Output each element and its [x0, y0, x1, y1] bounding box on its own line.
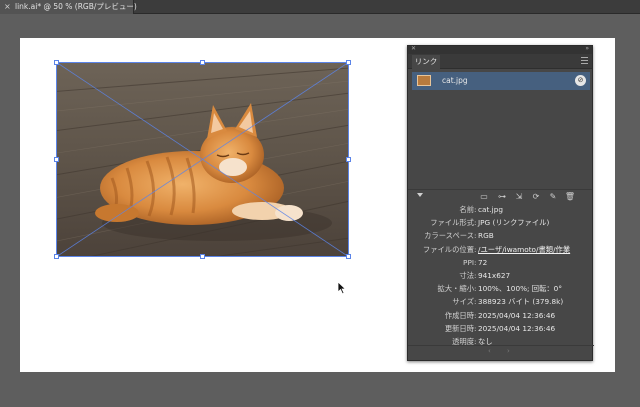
toggle-info-icon[interactable] [417, 193, 423, 197]
handle-bottom-middle[interactable] [200, 254, 205, 259]
info-label: ファイル形式 [430, 218, 474, 228]
info-row-name: 名前: cat.jpg [408, 203, 592, 216]
go-to-link-icon[interactable]: ⇲ [513, 191, 525, 202]
info-colon: : [474, 270, 477, 280]
collapse-icon[interactable]: ✕ [411, 45, 416, 52]
tab-links[interactable]: リンク [412, 55, 440, 69]
file-location-link[interactable]: /ユーザ/iwamoto/書類/作業 [478, 243, 570, 256]
cat-photo [57, 63, 348, 256]
handle-middle-left[interactable] [54, 157, 59, 162]
info-label: ファイルの位置 [422, 244, 474, 254]
info-row-location: ファイルの位置: /ユーザ/iwamoto/書類/作業 [408, 243, 592, 256]
info-row-dimensions: 寸法: 941x627 [408, 269, 592, 282]
minimize-icon[interactable]: » [585, 45, 589, 52]
info-label: PPI [463, 257, 474, 267]
info-row-size: サイズ: 388923 バイト (379.8k) [408, 295, 592, 308]
relink-icon[interactable]: ⊶ [496, 191, 508, 202]
previous-icon[interactable]: ‹ [488, 346, 491, 357]
handle-middle-right[interactable] [346, 157, 351, 162]
info-colon: : [474, 218, 477, 228]
handle-top-right[interactable] [346, 60, 351, 65]
info-colon: : [474, 310, 477, 320]
list-item[interactable]: cat.jpg ⊘ [412, 72, 590, 90]
edit-original-icon[interactable]: ✎ [547, 191, 559, 202]
info-row-created: 作成日時: 2025/04/04 12:36:46 [408, 309, 592, 322]
info-colon: : [474, 257, 477, 267]
info-row-ppi: PPI: 72 [408, 256, 592, 269]
info-value: 2025/04/04 12:36:46 [478, 310, 556, 320]
info-colon: : [474, 323, 477, 333]
info-label: 作成日時 [444, 310, 474, 320]
close-tab-icon[interactable]: × [4, 0, 11, 14]
info-label: 寸法 [459, 270, 474, 280]
embedded-link-icon: ⊘ [575, 75, 586, 86]
handle-top-left[interactable] [54, 60, 59, 65]
info-value: RGB [478, 231, 494, 241]
info-row-scale: 拡大・縮小: 100%、100%; 回転：0° [408, 282, 592, 295]
info-row-modified: 更新日時: 2025/04/04 12:36:46 [408, 322, 592, 335]
info-value: 72 [478, 257, 488, 267]
panel-menu-icon[interactable] [581, 57, 588, 64]
info-row-format: ファイル形式: JPG (リンクファイル) [408, 216, 592, 229]
info-value: JPG (リンクファイル) [478, 218, 550, 228]
info-colon: : [474, 231, 477, 241]
panel-toolbar: ▭ ⊶ ⇲ ⟳ ✎ 🗑 [408, 189, 592, 202]
panel-title-strip: ✕ » [408, 45, 592, 54]
handle-bottom-left[interactable] [54, 254, 59, 259]
link-name: cat.jpg [442, 76, 468, 85]
document-tab[interactable]: × link.ai* @ 50 % (RGB/プレビュー) [0, 0, 137, 14]
info-value: 100%、100%; 回転：0° [478, 284, 562, 294]
info-value: 941x627 [478, 270, 511, 280]
info-label: 名前 [459, 205, 474, 214]
info-value: cat.jpg [478, 205, 503, 214]
info-label: 拡大・縮小 [437, 284, 474, 294]
info-colon: : [474, 205, 477, 214]
panel-footer: ‹ › [408, 345, 594, 356]
handle-top-middle[interactable] [200, 60, 205, 65]
links-panel: ✕ » リンク cat.jpg ⊘ ▭ ⊶ ⇲ ⟳ ✎ 🗑 名前: cat.jp… [407, 45, 594, 361]
placed-image-cat[interactable] [56, 62, 349, 257]
link-thumbnail [417, 75, 431, 86]
info-row-colorspace: カラースペース: RGB [408, 229, 592, 242]
document-tab-bar: × link.ai* @ 50 % (RGB/プレビュー) [0, 0, 640, 14]
info-colon: : [474, 284, 477, 294]
delete-icon[interactable]: 🗑 [564, 191, 576, 202]
info-colon: : [474, 297, 477, 307]
document-tab-title: link.ai* @ 50 % (RGB/プレビュー) [15, 2, 137, 11]
update-link-icon[interactable]: ⟳ [530, 191, 542, 202]
mouse-cursor-icon [337, 281, 347, 295]
info-label: カラースペース [424, 231, 474, 241]
handle-bottom-right[interactable] [346, 254, 351, 259]
info-value: 2025/04/04 12:36:46 [478, 323, 556, 333]
cc-library-icon[interactable]: ▭ [478, 191, 490, 202]
panel-tab-row: リンク [408, 54, 592, 69]
info-label: サイズ [452, 297, 474, 307]
info-label: 更新日時 [444, 323, 474, 333]
info-value: 388923 バイト (379.8k) [478, 297, 564, 307]
link-info: 名前: cat.jpg ファイル形式: JPG (リンクファイル) カラースペー… [408, 202, 592, 348]
info-colon: : [474, 244, 477, 254]
link-list: cat.jpg ⊘ [408, 69, 592, 189]
next-icon[interactable]: › [507, 346, 510, 357]
